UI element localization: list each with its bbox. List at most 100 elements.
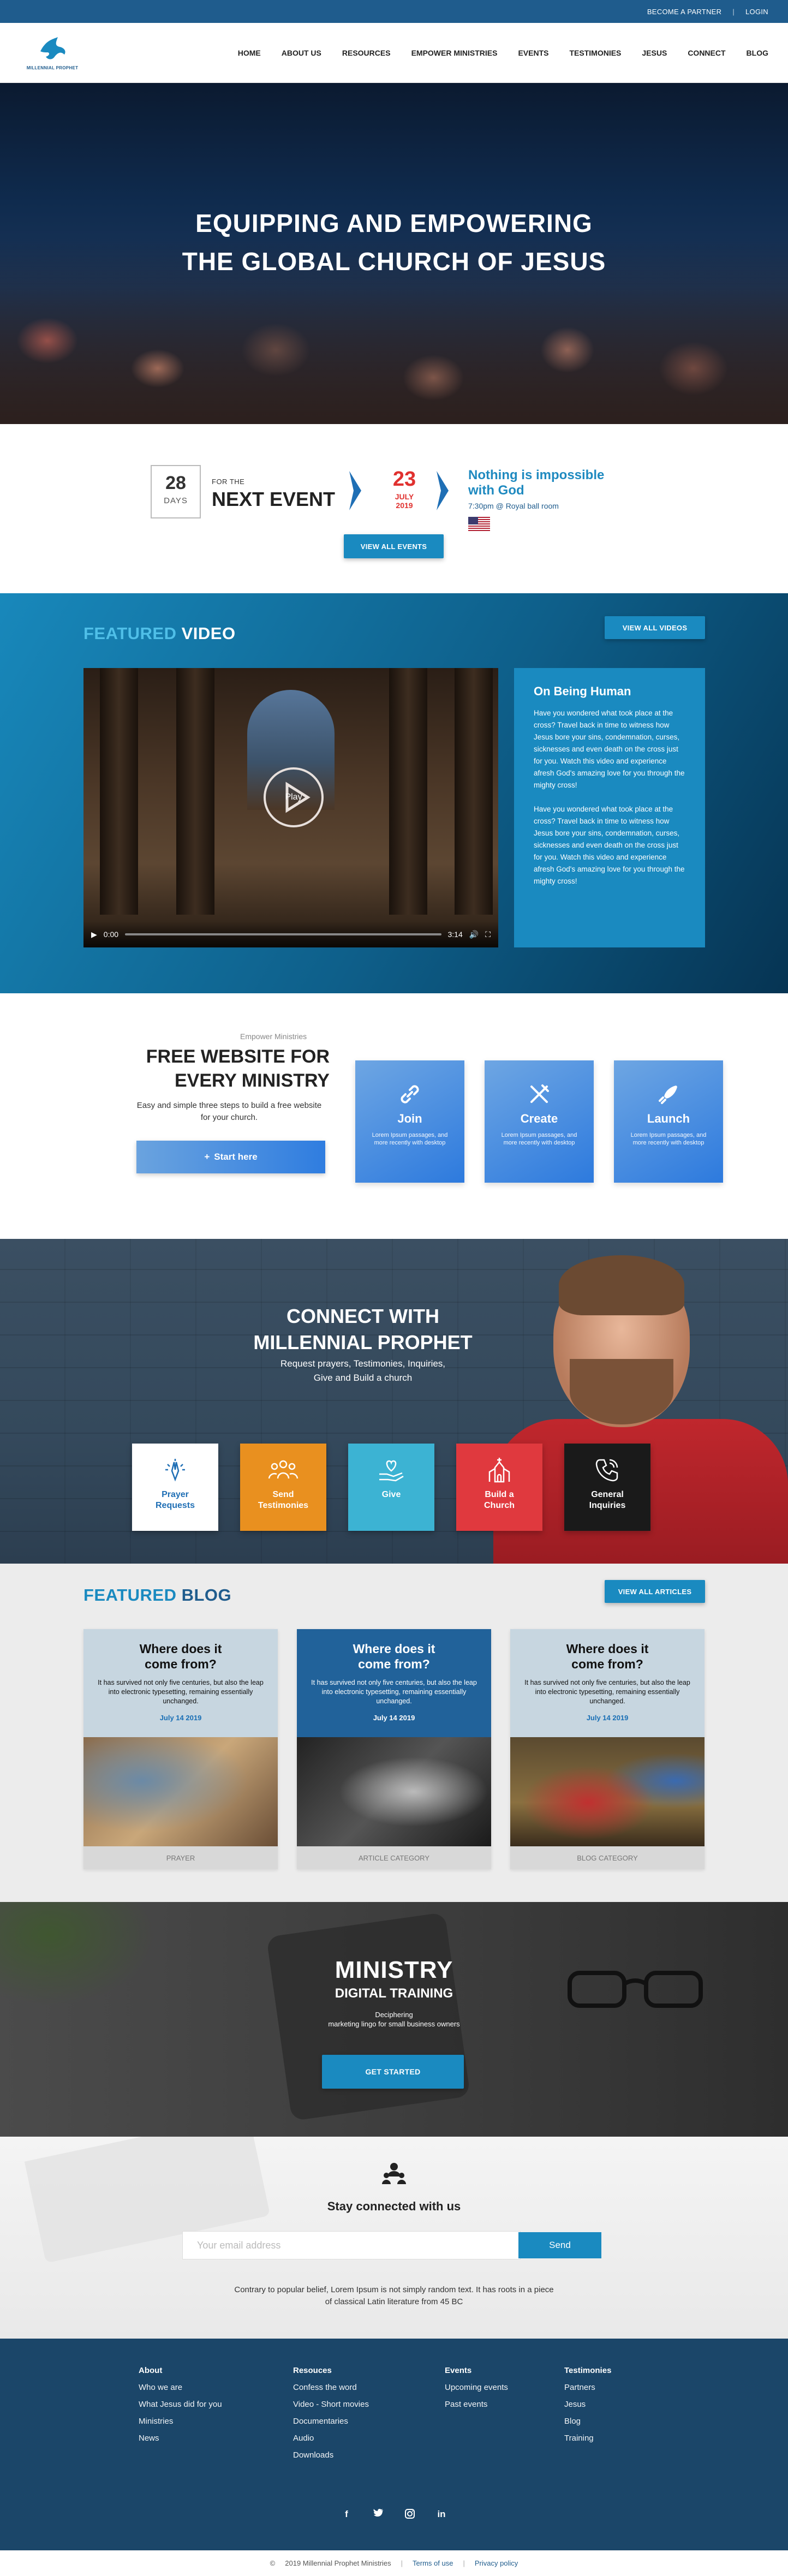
instagram-icon[interactable] bbox=[404, 2509, 416, 2521]
footer-link[interactable]: News bbox=[139, 2434, 222, 2443]
start-here-button[interactable]: + Start here bbox=[136, 1141, 325, 1173]
linkedin-icon[interactable]: in bbox=[435, 2509, 447, 2521]
play-button[interactable]: Play bbox=[264, 767, 324, 827]
hero-line-2: THE GLOBAL CHURCH OF JESUS bbox=[182, 247, 606, 276]
nav-connect[interactable]: CONNECT bbox=[688, 49, 725, 57]
empower-eyebrow: Empower Ministries bbox=[240, 1032, 307, 1041]
footer-link[interactable]: Who we are bbox=[139, 2383, 222, 2392]
build-church-tile[interactable]: Build a Church bbox=[456, 1444, 542, 1531]
blog-card[interactable]: Where does it come from? It has survived … bbox=[510, 1629, 705, 1869]
connect-section: CONNECT WITH MILLENNIAL PROPHET Request … bbox=[0, 1239, 788, 1564]
progress-bar[interactable] bbox=[125, 933, 441, 935]
start-here-label: Start here bbox=[214, 1152, 258, 1162]
send-button[interactable]: Send bbox=[518, 2232, 601, 2258]
nav-events[interactable]: EVENTS bbox=[518, 49, 548, 57]
separator: | bbox=[401, 2559, 403, 2567]
logo[interactable]: MILLENNIAL PROPHET bbox=[20, 35, 85, 70]
footer-link[interactable]: Jesus bbox=[564, 2400, 611, 2409]
footer-link[interactable]: Upcoming events bbox=[445, 2383, 508, 2392]
create-card[interactable]: Create Lorem Ipsum passages, and more re… bbox=[485, 1060, 594, 1183]
event-date-year: 2019 bbox=[396, 501, 413, 510]
become-partner-link[interactable]: BECOME A PARTNER bbox=[647, 8, 722, 16]
blog-card-date: July 14 2019 bbox=[373, 1714, 415, 1722]
footer-link[interactable]: Partners bbox=[564, 2383, 611, 2392]
blog-card-header: Where does it come from? It has survived … bbox=[297, 1629, 491, 1737]
join-title: Join bbox=[397, 1112, 422, 1125]
fullscreen-icon[interactable]: ⛶ bbox=[485, 930, 491, 939]
empower-title-line-2: EVERY MINISTRY bbox=[174, 1070, 330, 1091]
send-testimonies-tile[interactable]: Send Testimonies bbox=[240, 1444, 326, 1531]
blog-card-date: July 14 2019 bbox=[586, 1714, 629, 1722]
blog-card-title: Where does it come from? bbox=[566, 1642, 649, 1671]
view-all-events-button[interactable]: VIEW ALL EVENTS bbox=[344, 534, 444, 558]
footer-link[interactable]: Past events bbox=[445, 2400, 508, 2409]
nav-about-us[interactable]: ABOUT US bbox=[282, 49, 321, 57]
nav-testimonies[interactable]: TESTIMONIES bbox=[569, 49, 621, 57]
prayer-requests-tile[interactable]: Prayer Requests bbox=[132, 1444, 218, 1531]
terms-link[interactable]: Terms of use bbox=[413, 2559, 453, 2567]
blog-card-category[interactable]: ARTICLE CATEGORY bbox=[297, 1846, 491, 1869]
site-header: MILLENNIAL PROPHET HOME ABOUT US RESOURC… bbox=[0, 23, 788, 83]
view-all-videos-button[interactable]: VIEW ALL VIDEOS bbox=[605, 616, 705, 639]
video-player[interactable]: Play ▶ 0:00 3:14 🔊 ⛶ bbox=[83, 668, 498, 947]
main-nav: HOME ABOUT US RESOURCES EMPOWER MINISTRI… bbox=[238, 49, 768, 57]
nav-empower-ministries[interactable]: EMPOWER MINISTRIES bbox=[411, 49, 498, 57]
event-time: 7:30pm @ Royal ball room bbox=[468, 502, 559, 510]
for-the-label: FOR THE bbox=[212, 478, 245, 486]
nav-blog[interactable]: BLOG bbox=[747, 49, 768, 57]
total-time: 3:14 bbox=[447, 930, 463, 939]
blog-card-category[interactable]: PRAYER bbox=[83, 1846, 278, 1869]
join-card[interactable]: Join Lorem Ipsum passages, and more rece… bbox=[355, 1060, 464, 1183]
give-tile[interactable]: Give bbox=[348, 1444, 434, 1531]
event-title-line-2: with God bbox=[468, 483, 524, 498]
volume-icon[interactable]: 🔊 bbox=[469, 930, 479, 939]
title-featured: FEATURED bbox=[83, 1585, 177, 1605]
send-testimonies-label: Send Testimonies bbox=[258, 1490, 309, 1510]
nav-jesus[interactable]: JESUS bbox=[642, 49, 667, 57]
twitter-icon[interactable] bbox=[372, 2509, 384, 2521]
blog-card-category[interactable]: BLOG CATEGORY bbox=[510, 1846, 705, 1869]
video-thumbnail-pillar bbox=[389, 668, 427, 915]
footer-link[interactable]: Documentaries bbox=[293, 2417, 369, 2426]
footer-link[interactable]: Downloads bbox=[293, 2450, 369, 2460]
newsletter-title: Stay connected with us bbox=[327, 2199, 461, 2213]
play-label: Play bbox=[285, 792, 302, 802]
footer-heading: Resouces bbox=[293, 2366, 332, 2375]
footer-link[interactable]: Blog bbox=[564, 2417, 611, 2426]
newsletter-note: Contrary to popular belief, Lorem Ipsum … bbox=[234, 2285, 554, 2306]
footer-link[interactable]: What Jesus did for you bbox=[139, 2400, 222, 2409]
footer-column-events: Events Upcoming events Past events bbox=[445, 2366, 508, 2417]
footer-link[interactable]: Video - Short movies bbox=[293, 2400, 369, 2409]
blog-card-image bbox=[83, 1737, 278, 1846]
footer-link[interactable]: Training bbox=[564, 2434, 611, 2443]
footer-heading: About bbox=[139, 2366, 163, 2375]
praying-hands-icon bbox=[132, 1457, 218, 1485]
login-link[interactable]: LOGIN bbox=[745, 8, 768, 16]
general-inquiries-tile[interactable]: General Inquiries bbox=[564, 1444, 650, 1531]
footer-link[interactable]: Audio bbox=[293, 2434, 369, 2443]
get-started-button[interactable]: GET STARTED bbox=[322, 2055, 464, 2089]
connect-sub-line-2: Give and Build a church bbox=[313, 1373, 413, 1383]
video-controls: ▶ 0:00 3:14 🔊 ⛶ bbox=[83, 921, 498, 947]
hero-line-1: EQUIPPING AND EMPOWERING bbox=[195, 209, 593, 237]
blog-card[interactable]: Where does it come from? It has survived … bbox=[297, 1629, 491, 1869]
blog-card[interactable]: Where does it come from? It has survived … bbox=[83, 1629, 278, 1869]
days-countdown-box: 28 DAYS bbox=[151, 465, 201, 518]
nav-resources[interactable]: RESOURCES bbox=[342, 49, 391, 57]
launch-card[interactable]: Launch Lorem Ipsum passages, and more re… bbox=[614, 1060, 723, 1183]
group-people-icon bbox=[240, 1457, 326, 1485]
nav-home[interactable]: HOME bbox=[238, 49, 261, 57]
footer-heading: Testimonies bbox=[564, 2366, 612, 2375]
blog-card-header: Where does it come from? It has survived … bbox=[510, 1629, 705, 1737]
event-date-day: 23 bbox=[392, 468, 416, 491]
logo-text: MILLENNIAL PROPHET bbox=[26, 65, 79, 70]
view-all-articles-button[interactable]: VIEW ALL ARTICLES bbox=[605, 1580, 705, 1603]
facebook-icon[interactable]: f bbox=[341, 2509, 353, 2521]
footer-link[interactable]: Confess the word bbox=[293, 2383, 369, 2392]
play-small-icon[interactable]: ▶ bbox=[91, 930, 97, 939]
email-input[interactable]: Your email address bbox=[182, 2231, 521, 2259]
footer-link[interactable]: Ministries bbox=[139, 2417, 222, 2426]
event-title[interactable]: Nothing is impossible with God bbox=[468, 468, 604, 498]
privacy-link[interactable]: Privacy policy bbox=[475, 2559, 518, 2567]
tools-icon bbox=[485, 1082, 594, 1108]
